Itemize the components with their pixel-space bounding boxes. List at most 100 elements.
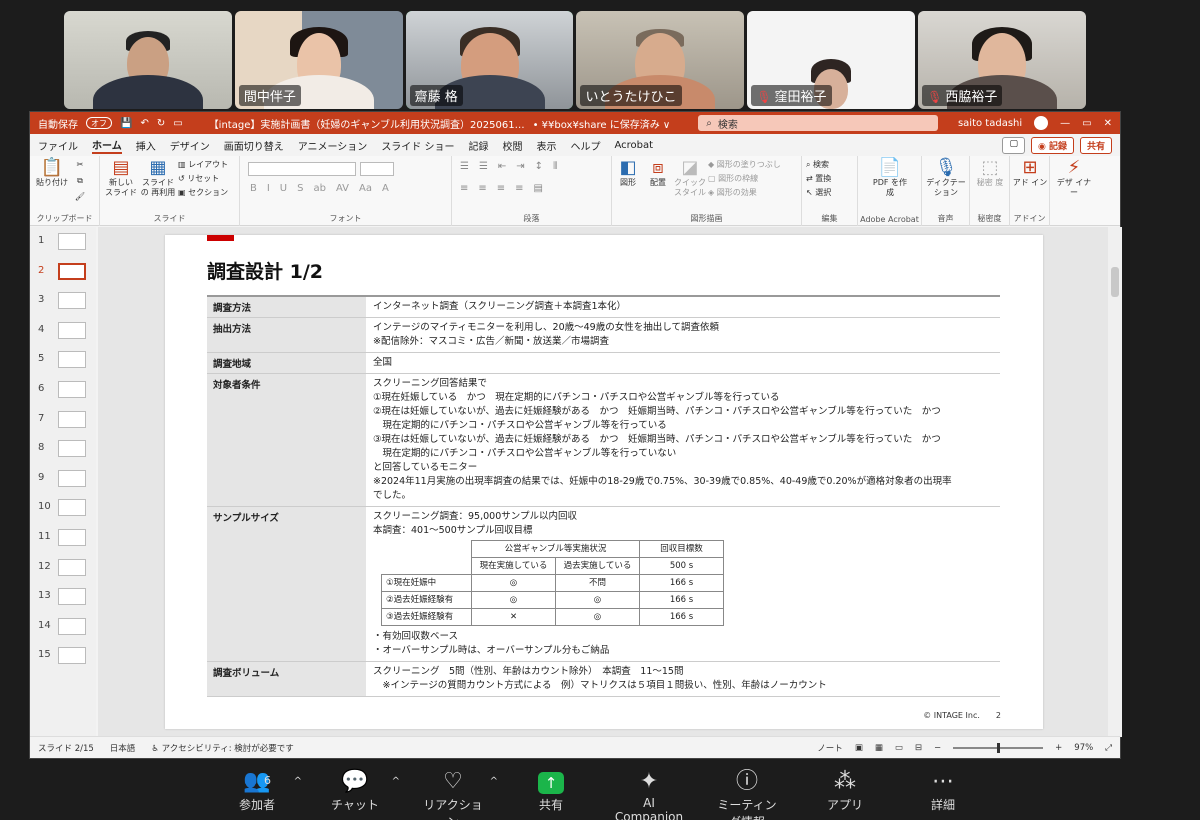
- designer-button[interactable]: ⚡ デザ イナー: [1054, 158, 1094, 198]
- list-buttons[interactable]: ☰ ☰ ⇤ ⇥ ↕ ⫴: [460, 162, 610, 172]
- participant-tile-3-active-speaker[interactable]: 齋藤 格: [405, 11, 574, 109]
- chevron-up-icon[interactable]: ^: [490, 776, 498, 787]
- zoom-level[interactable]: 97%: [1074, 743, 1093, 753]
- font-size-select[interactable]: [360, 162, 394, 176]
- slide-thumbnail[interactable]: 1: [36, 231, 94, 253]
- share-button[interactable]: ↑ 共有: [516, 760, 586, 820]
- slide-thumbnail-pane[interactable]: 1 2 3 4 5 6 7 8 9 10 11 12 13 14 15: [30, 227, 96, 737]
- quick-style-button[interactable]: ◪ クイック スタイル: [674, 158, 706, 198]
- participant-tile-1[interactable]: [64, 11, 232, 109]
- avatar[interactable]: [1034, 116, 1049, 130]
- scrollbar-thumb[interactable]: [1111, 267, 1119, 297]
- participant-tile-6[interactable]: 🎙 西脇裕子: [918, 11, 1086, 109]
- slide-thumbnail[interactable]: 10: [36, 497, 94, 519]
- paste-button[interactable]: 📋 貼り付け: [36, 158, 68, 188]
- layout-button[interactable]: ▥ レイアウト: [178, 160, 238, 170]
- tab-review[interactable]: 校閲: [503, 138, 523, 153]
- slideshow-view-icon[interactable]: ⊟: [915, 743, 922, 753]
- fit-slide-icon[interactable]: ⤢: [1105, 743, 1112, 753]
- select-button[interactable]: ↖ 選択: [806, 188, 856, 198]
- shape-outline-button[interactable]: ▢ 図形の枠線: [708, 174, 800, 184]
- shape-fill-button[interactable]: ◆ 図形の塗りつぶし: [708, 160, 800, 170]
- record-button[interactable]: ◉ 記録: [1030, 136, 1074, 154]
- participants-button[interactable]: 👥 参加者 6 ^: [222, 760, 302, 820]
- close-button[interactable]: ✕: [1104, 118, 1112, 129]
- align-buttons[interactable]: ≡ ≡ ≡ ≡ ▤: [460, 184, 610, 194]
- slide-thumbnail[interactable]: 9: [36, 468, 94, 490]
- present-icon[interactable]: ▭: [173, 118, 182, 129]
- slide-thumbnail[interactable]: 7: [36, 409, 94, 431]
- comment-icon[interactable]: ▢: [1002, 136, 1025, 154]
- slide-thumbnail[interactable]: 2: [36, 261, 94, 283]
- vertical-scrollbar[interactable]: [1108, 227, 1122, 737]
- participant-tile-2[interactable]: 間中伴子: [234, 11, 403, 109]
- slide-thumbnail[interactable]: 13: [36, 586, 94, 608]
- chat-button[interactable]: 💬 チャット ^: [320, 760, 400, 820]
- font-name-select[interactable]: [248, 162, 356, 176]
- search-box[interactable]: ⌕ 検索: [698, 115, 939, 131]
- notes-button[interactable]: ノート: [817, 742, 843, 754]
- minimize-button[interactable]: —: [1060, 118, 1070, 129]
- save-icon[interactable]: 💾: [120, 118, 132, 129]
- save-location[interactable]: • ¥¥box¥share に保存済み ∨: [533, 116, 671, 131]
- slide-thumbnail[interactable]: 12: [36, 557, 94, 579]
- sensitivity-button[interactable]: ⬚ 秘密 度: [972, 158, 1008, 188]
- tab-file[interactable]: ファイル: [38, 138, 78, 153]
- zoom-out-button[interactable]: −: [934, 743, 941, 753]
- autosave-toggle[interactable]: オフ: [86, 117, 112, 129]
- more-button[interactable]: ⋯ 詳細: [908, 760, 978, 820]
- participant-tile-4[interactable]: いとうたけひこ: [576, 11, 745, 109]
- accessibility-status[interactable]: ♿ アクセシビリティ: 検討が必要です: [151, 742, 293, 754]
- section-button[interactable]: ▣ セクション: [178, 188, 238, 198]
- font-format-buttons[interactable]: B I U S ab AV Aa A: [250, 184, 440, 194]
- slide[interactable]: 調査設計 1/2 調査方法 インターネット調査（スクリーニング調査＋本調査1本化）…: [165, 235, 1043, 729]
- shapes-button[interactable]: ◧ 図形: [614, 158, 642, 188]
- participant-tile-5[interactable]: 🎙 窪田裕子: [747, 11, 916, 109]
- find-button[interactable]: ⌕ 検索: [806, 160, 856, 170]
- tab-home[interactable]: ホーム: [92, 137, 122, 154]
- tab-view[interactable]: 表示: [537, 138, 557, 153]
- meeting-info-button[interactable]: ⓘ ミーティング情報: [712, 760, 782, 820]
- slide-thumbnail[interactable]: 6: [36, 379, 94, 401]
- chevron-up-icon[interactable]: ^: [294, 776, 302, 787]
- dictate-button[interactable]: 🎙 ディクテー ション: [924, 158, 968, 198]
- replace-button[interactable]: ⇄ 置換: [806, 174, 856, 184]
- tab-acrobat[interactable]: Acrobat: [615, 140, 654, 151]
- tab-slideshow[interactable]: スライド ショー: [381, 138, 454, 153]
- tab-insert[interactable]: 挿入: [136, 138, 156, 153]
- share-button[interactable]: 共有: [1079, 136, 1112, 154]
- slide-thumbnail[interactable]: 11: [36, 527, 94, 549]
- language[interactable]: 日本語: [110, 742, 136, 754]
- undo-icon[interactable]: ↶: [140, 118, 148, 129]
- addins-button[interactable]: ⊞ アド イン: [1012, 158, 1048, 188]
- zoom-in-button[interactable]: +: [1055, 743, 1062, 753]
- cut-icon[interactable]: ✂: [70, 160, 90, 170]
- zoom-slider[interactable]: [953, 742, 1044, 753]
- slide-thumbnail[interactable]: 8: [36, 438, 94, 460]
- slide-thumbnail[interactable]: 14: [36, 616, 94, 638]
- reset-button[interactable]: ↺ リセット: [178, 174, 238, 184]
- slide-thumbnail[interactable]: 3: [36, 290, 94, 312]
- tab-design[interactable]: デザイン: [170, 138, 210, 153]
- create-pdf-button[interactable]: 📄 PDF を作成: [870, 158, 910, 198]
- slide-thumbnail[interactable]: 15: [36, 645, 94, 667]
- slide-thumbnail[interactable]: 4: [36, 320, 94, 342]
- tab-record[interactable]: 記録: [469, 138, 489, 153]
- sorter-view-icon[interactable]: ▦: [875, 743, 883, 753]
- reuse-slides-button[interactable]: ▦ スライドの 再利用: [140, 158, 176, 198]
- ai-companion-button[interactable]: ✦ AI Companion: [614, 760, 684, 820]
- tab-transitions[interactable]: 画面切り替え: [224, 138, 284, 153]
- shape-effect-button[interactable]: ◈ 図形の効果: [708, 188, 800, 198]
- copy-icon[interactable]: ⧉: [70, 176, 90, 186]
- user-name[interactable]: saito tadashi: [958, 118, 1022, 129]
- slide-thumbnail[interactable]: 5: [36, 349, 94, 371]
- arrange-button[interactable]: ⧈ 配置: [644, 158, 672, 188]
- normal-view-icon[interactable]: ▣: [855, 743, 863, 753]
- format-painter-icon[interactable]: 🖌: [70, 192, 90, 202]
- chevron-up-icon[interactable]: ^: [392, 776, 400, 787]
- apps-button[interactable]: ⁂ アプリ: [810, 760, 880, 820]
- maximize-button[interactable]: ▭: [1082, 118, 1091, 129]
- tab-animations[interactable]: アニメーション: [298, 138, 368, 153]
- new-slide-button[interactable]: ▤ 新しい スライド: [104, 158, 138, 198]
- redo-icon[interactable]: ↻: [157, 118, 165, 129]
